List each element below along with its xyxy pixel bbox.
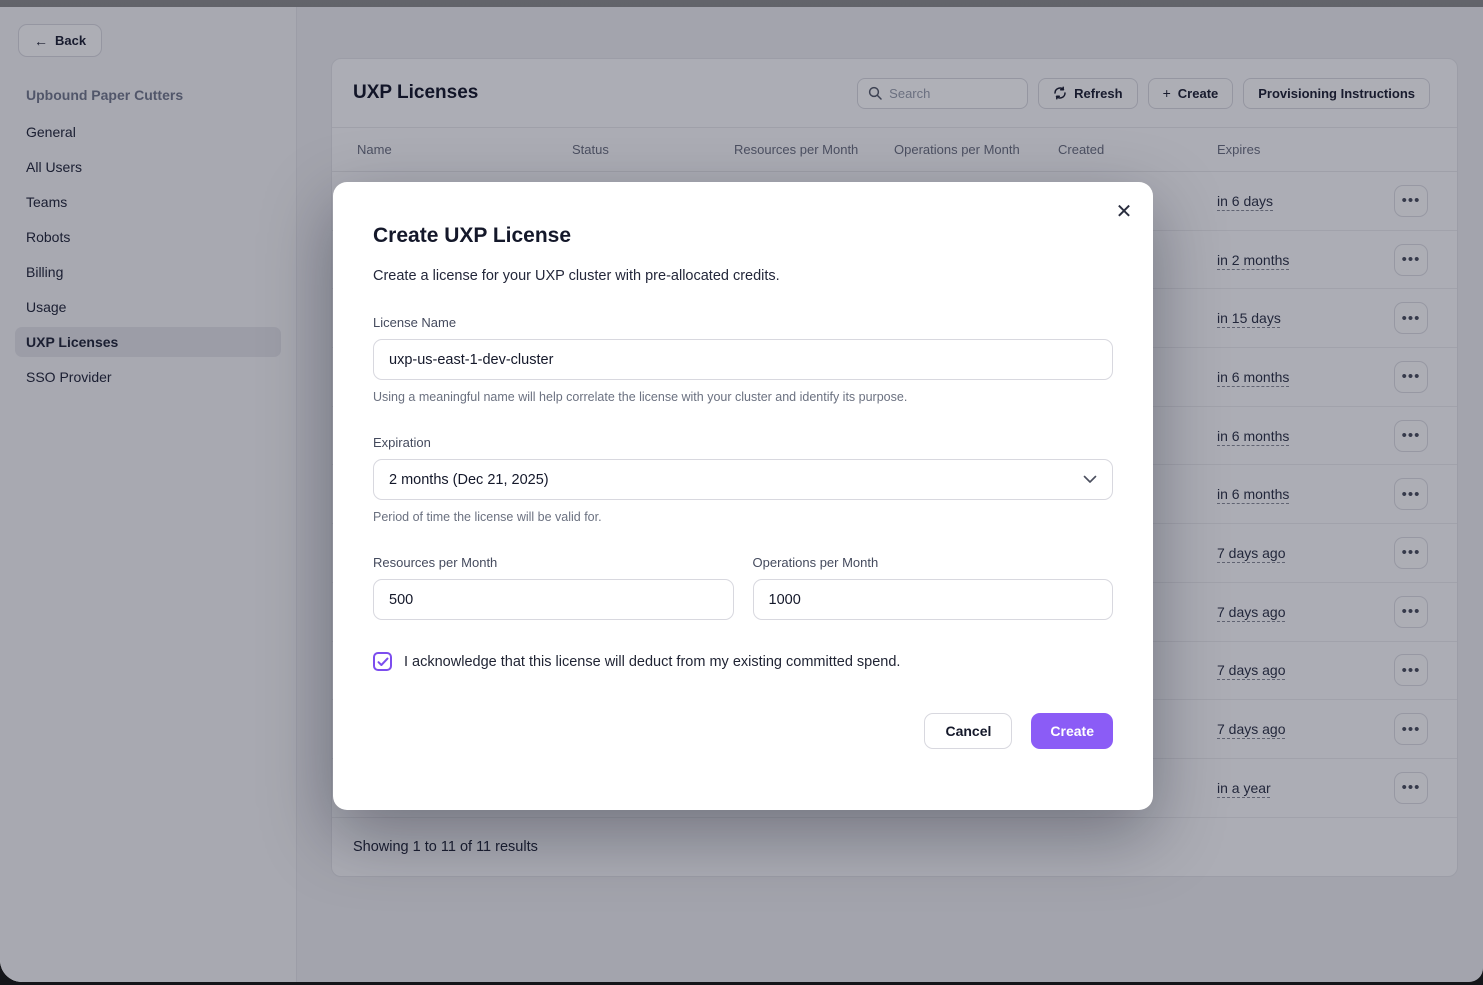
cancel-button[interactable]: Cancel bbox=[924, 713, 1012, 749]
operations-input[interactable] bbox=[753, 579, 1114, 620]
modal-title: Create UXP License bbox=[373, 224, 1113, 248]
create-uxp-license-modal: ✕ Create UXP License Create a license fo… bbox=[333, 182, 1153, 810]
acknowledge-label: I acknowledge that this license will ded… bbox=[404, 654, 900, 670]
check-icon bbox=[377, 657, 389, 667]
acknowledge-checkbox[interactable] bbox=[373, 652, 392, 671]
close-icon[interactable]: ✕ bbox=[1111, 198, 1137, 224]
expiration-label: Expiration bbox=[373, 435, 1113, 450]
chevron-down-icon bbox=[1083, 475, 1097, 484]
modal-description: Create a license for your UXP cluster wi… bbox=[373, 268, 1113, 284]
license-name-help: Using a meaningful name will help correl… bbox=[373, 390, 1113, 404]
license-name-input[interactable] bbox=[373, 339, 1113, 380]
resources-input[interactable] bbox=[373, 579, 734, 620]
expiration-value: 2 months (Dec 21, 2025) bbox=[389, 472, 549, 488]
license-name-label: License Name bbox=[373, 315, 1113, 330]
modal-create-button[interactable]: Create bbox=[1031, 713, 1113, 749]
resources-label: Resources per Month bbox=[373, 555, 734, 570]
expiration-select[interactable]: 2 months (Dec 21, 2025) bbox=[373, 459, 1113, 500]
operations-label: Operations per Month bbox=[753, 555, 1114, 570]
expiration-help: Period of time the license will be valid… bbox=[373, 510, 1113, 524]
